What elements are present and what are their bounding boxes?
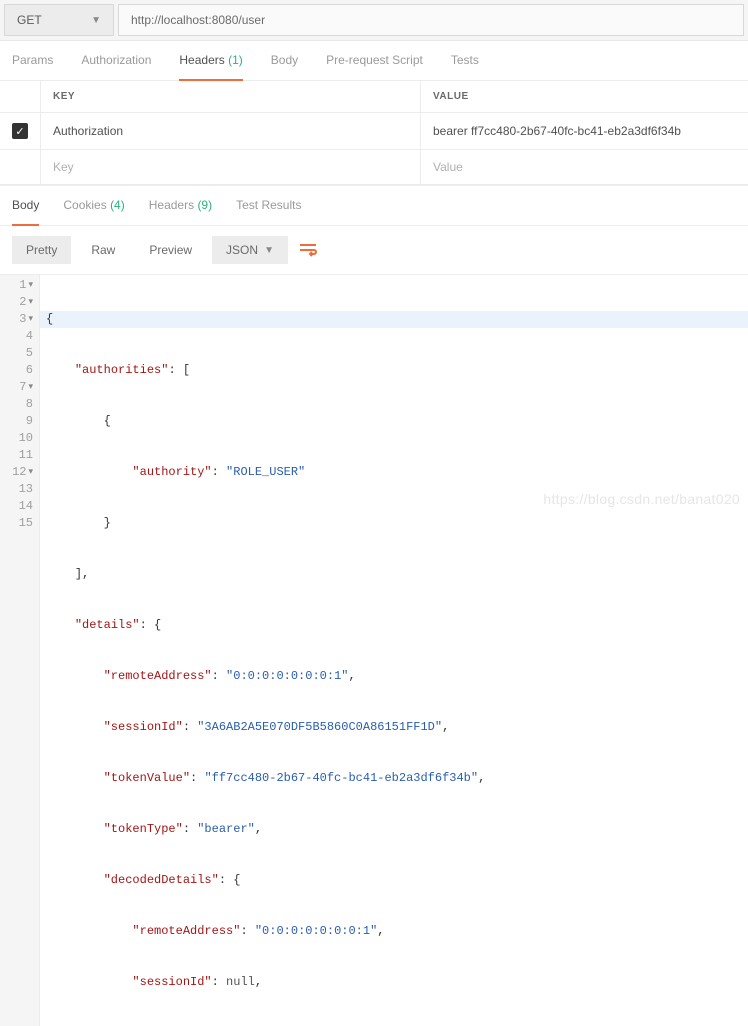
- header-key-cell[interactable]: Authorization: [41, 113, 421, 150]
- pretty-button[interactable]: Pretty: [12, 236, 71, 264]
- resp-headers-count: (9): [197, 198, 212, 212]
- chevron-down-icon: ▼: [264, 245, 274, 256]
- line-gutter: 1▾ 2▾ 3▾ 4 5 6 7▾ 8 9 10 11 12▾ 13 14 15: [0, 275, 40, 1026]
- code-content[interactable]: { "authorities": [ { "authority": "ROLE_…: [40, 275, 748, 1026]
- tab-headers[interactable]: Headers (1): [179, 53, 242, 81]
- raw-button[interactable]: Raw: [77, 236, 129, 264]
- request-tabs: Params Authorization Headers (1) Body Pr…: [0, 41, 748, 81]
- resp-tab-tests[interactable]: Test Results: [236, 198, 301, 225]
- resp-tab-body[interactable]: Body: [12, 198, 39, 226]
- http-method-select[interactable]: GET ▼: [4, 4, 114, 36]
- tab-headers-label: Headers: [179, 53, 224, 67]
- url-input[interactable]: [118, 4, 744, 36]
- resp-cookies-label: Cookies: [63, 198, 106, 212]
- resp-tab-cookies[interactable]: Cookies (4): [63, 198, 124, 225]
- response-tabs: Body Cookies (4) Headers (9) Test Result…: [0, 185, 748, 226]
- response-body[interactable]: 1▾ 2▾ 3▾ 4 5 6 7▾ 8 9 10 11 12▾ 13 14 15…: [0, 275, 748, 1026]
- http-method-label: GET: [17, 13, 42, 27]
- tab-prerequest[interactable]: Pre-request Script: [326, 53, 423, 80]
- resp-tab-headers[interactable]: Headers (9): [149, 198, 212, 225]
- format-select[interactable]: JSON ▼: [212, 236, 288, 264]
- header-key-placeholder[interactable]: Key: [41, 150, 421, 185]
- table-row[interactable]: ✓ Authorization bearer ff7cc480-2b67-40f…: [0, 113, 748, 150]
- wrap-lines-icon[interactable]: [294, 236, 322, 264]
- tab-tests[interactable]: Tests: [451, 53, 479, 80]
- table-row-new[interactable]: Key Value: [0, 150, 748, 185]
- checkbox-checked-icon[interactable]: ✓: [12, 123, 28, 139]
- col-checkbox: [0, 81, 41, 113]
- tab-authorization[interactable]: Authorization: [81, 53, 151, 80]
- format-label: JSON: [226, 243, 258, 257]
- headers-table: KEY VALUE ✓ Authorization bearer ff7cc48…: [0, 81, 748, 185]
- tab-body[interactable]: Body: [271, 53, 298, 80]
- cookies-count: (4): [110, 198, 125, 212]
- preview-button[interactable]: Preview: [135, 236, 206, 264]
- resp-headers-label: Headers: [149, 198, 194, 212]
- header-value-placeholder[interactable]: Value: [421, 150, 748, 185]
- col-key: KEY: [41, 81, 421, 113]
- response-toolbar: Pretty Raw Preview JSON ▼: [0, 226, 748, 275]
- tab-params[interactable]: Params: [12, 53, 53, 80]
- header-value-cell[interactable]: bearer ff7cc480-2b67-40fc-bc41-eb2a3df6f…: [421, 113, 748, 150]
- col-value: VALUE: [421, 81, 748, 113]
- headers-count: (1): [228, 53, 243, 67]
- chevron-down-icon: ▼: [91, 15, 101, 26]
